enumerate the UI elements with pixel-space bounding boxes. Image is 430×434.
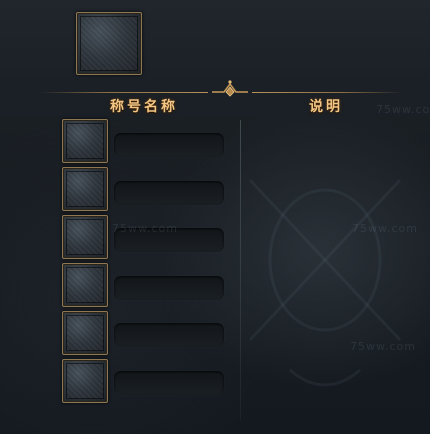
equipped-title-slot[interactable] [76,12,142,75]
watermark: 75ww.com [376,103,430,116]
title-name-field-4[interactable] [114,276,224,300]
title-icon-slot-5[interactable] [62,311,108,355]
title-icon-slot-1[interactable] [62,119,108,163]
title-name-field-5[interactable] [114,323,224,347]
divider-ornament-icon [212,80,248,97]
title-icon-slot-6[interactable] [62,359,108,403]
column-header-title-name: 称号名称 [110,99,178,115]
watermark: 75ww.com [352,222,418,235]
title-name-field-2[interactable] [114,181,224,205]
background-emblem [248,178,402,387]
title-name-field-1[interactable] [114,133,224,157]
title-name-field-6[interactable] [114,371,224,395]
title-icon-slot-4[interactable] [62,263,108,307]
watermark: 75ww.com [350,340,416,353]
top-panel [0,0,430,88]
column-header-description: 说明 [309,99,343,115]
title-icon-slot-2[interactable] [62,167,108,211]
watermark: 75ww.com [112,222,178,235]
column-divider [240,120,241,420]
title-icon-slot-3[interactable] [62,215,108,259]
